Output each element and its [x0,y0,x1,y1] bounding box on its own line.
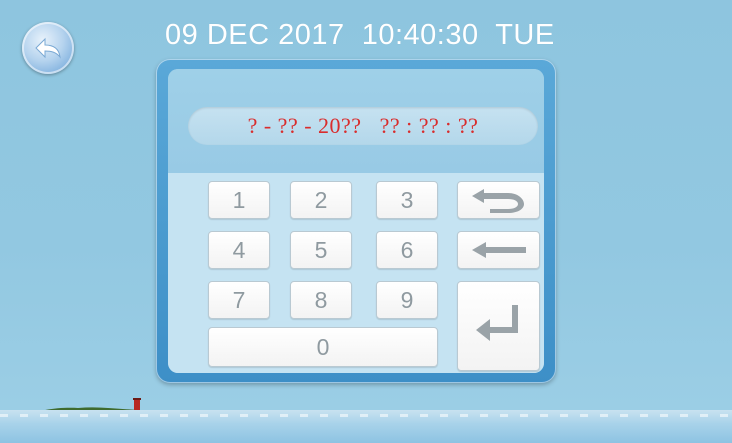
undo-icon [471,189,524,213]
back-button[interactable] [22,22,74,74]
key-9[interactable]: 9 [376,281,438,319]
keypad: 1 2 3 4 5 6 7 8 9 0 [168,173,544,373]
key-2[interactable]: 2 [290,181,352,219]
key-5[interactable]: 5 [290,231,352,269]
backspace-key[interactable] [457,231,540,269]
key-7[interactable]: 7 [208,281,270,319]
undo-key[interactable] [457,181,540,219]
current-datetime: 09 DEC 2017 10:40:30 TUE [165,19,555,51]
enter-icon [475,305,518,341]
back-arrow-icon [35,37,61,59]
key-0[interactable]: 0 [208,327,438,367]
key-8[interactable]: 8 [290,281,352,319]
key-1[interactable]: 1 [208,181,270,219]
backspace-arrow-icon [471,242,526,258]
display-area: ? - ?? - 20?? ?? : ?? : ?? [168,69,544,173]
key-4[interactable]: 4 [208,231,270,269]
key-6[interactable]: 6 [376,231,438,269]
sea-strip [0,410,732,443]
datetime-input-field[interactable]: ? - ?? - 20?? ?? : ?? : ?? [188,107,538,145]
key-3[interactable]: 3 [376,181,438,219]
enter-key[interactable] [457,281,540,371]
panel-inner: ? - ?? - 20?? ?? : ?? : ?? 1 2 3 4 5 6 7… [168,69,544,373]
datetime-settings-panel: ? - ?? - 20?? ?? : ?? : ?? 1 2 3 4 5 6 7… [156,59,556,383]
